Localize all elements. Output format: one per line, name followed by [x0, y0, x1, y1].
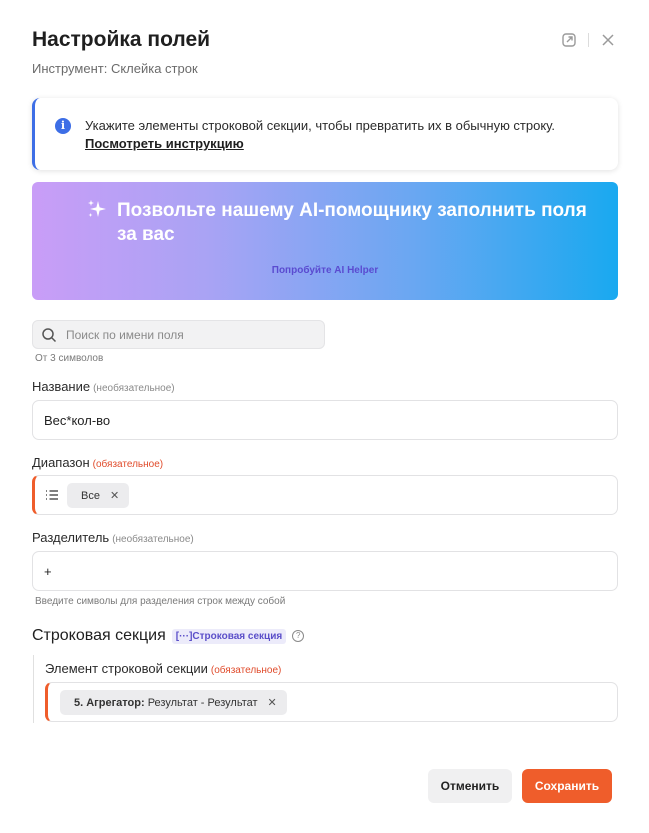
cancel-button[interactable]: Отменить [428, 769, 512, 803]
section-divider [33, 655, 34, 723]
search-input[interactable] [66, 321, 316, 348]
separator-field[interactable]: + [32, 551, 618, 591]
name-label-text: Название [32, 379, 91, 394]
info-text: Укажите элементы строковой секции, чтобы… [85, 117, 555, 153]
element-qualifier: (обязательное) [210, 665, 282, 676]
expand-icon[interactable] [560, 31, 578, 49]
close-icon[interactable] [599, 31, 617, 49]
name-value: Вес*кол-во [44, 413, 111, 428]
separator-hint: Введите символы для разделения строк меж… [35, 596, 286, 607]
search-icon [42, 328, 57, 343]
ai-helper-button[interactable]: Попробуйте AI Helper [32, 265, 618, 276]
row-element-chip[interactable]: 5. Агрегатор: Результат - Результат ✕ [60, 690, 287, 715]
separator-label: Разделитель (необязательное) [32, 530, 194, 545]
row-section-badge-label: Строковая секция [192, 630, 283, 642]
page-title: Настройка полей [32, 28, 211, 51]
header-actions [560, 31, 617, 49]
row-element-chip-label: 5. Агрегатор: Результат - Результат [74, 697, 258, 709]
info-message: Укажите элементы строковой секции, чтобы… [85, 118, 555, 133]
row-section-badge: [···]Строковая секция [171, 628, 287, 644]
range-label: Диапазон (обязательное) [32, 455, 163, 470]
remove-chip-icon[interactable]: ✕ [110, 489, 119, 502]
element-label-text: Элемент строковой секции [45, 661, 208, 676]
save-button[interactable]: Сохранить [522, 769, 612, 803]
name-qualifier: (необязательное) [93, 383, 175, 394]
row-section-title: Строковая секция [32, 627, 166, 644]
separator-qualifier: (необязательное) [112, 534, 194, 545]
header-divider [588, 33, 589, 47]
range-chip[interactable]: Все ✕ [67, 483, 130, 508]
row-element-field[interactable]: 5. Агрегатор: Результат - Результат ✕ [45, 682, 618, 722]
field-search[interactable] [32, 320, 325, 349]
range-label-text: Диапазон [32, 455, 90, 470]
separator-value: + [44, 564, 52, 579]
ai-helper-banner: Позвольте нашему AI-помощнику заполнить … [32, 182, 618, 300]
remove-chip-icon[interactable]: ✕ [268, 696, 277, 709]
info-card: i Укажите элементы строковой секции, что… [32, 98, 618, 170]
separator-label-text: Разделитель [32, 530, 110, 545]
range-field[interactable]: Все ✕ [32, 475, 618, 515]
page-subtitle: Инструмент: Склейка строк [32, 61, 198, 76]
range-qualifier: (обязательное) [92, 459, 164, 470]
row-section-header: Строковая секция [···]Строковая секция ? [32, 627, 305, 645]
chip-value: Результат - Результат [147, 696, 258, 709]
element-label: Элемент строковой секции (обязательное) [45, 661, 281, 676]
name-label: Название (необязательное) [32, 379, 175, 394]
instruction-link[interactable]: Посмотреть инструкцию [85, 135, 555, 153]
list-icon [46, 490, 58, 500]
ai-banner-title: Позвольте нашему AI-помощнику заполнить … [117, 200, 587, 245]
help-icon[interactable]: ? [292, 630, 305, 642]
chip-source: 5. Агрегатор: [74, 696, 145, 709]
sparkle-icon [88, 200, 106, 217]
name-field[interactable]: Вес*кол-во [32, 400, 618, 440]
search-hint: От 3 символов [35, 353, 104, 364]
range-chip-label: Все [81, 489, 100, 502]
info-icon: i [55, 118, 71, 134]
